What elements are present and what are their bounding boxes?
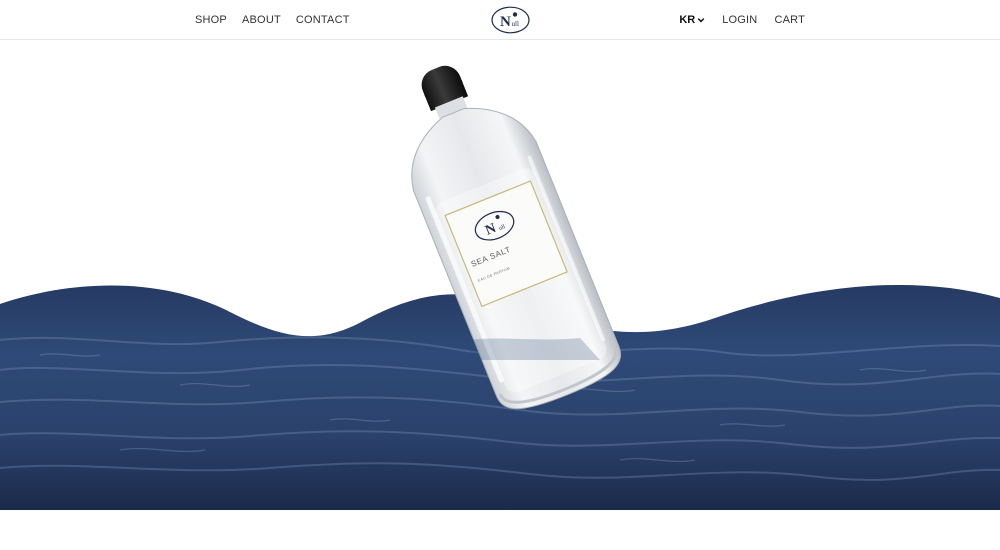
water-overlay [470, 338, 600, 360]
main-nav: SHOP ABOUT CONTACT [195, 13, 350, 27]
logo-sub: ull [512, 20, 519, 28]
logo-icon: N ull [491, 6, 530, 34]
hero-banner: N ull SEA SALT EAU DE PARFUM [0, 40, 1000, 510]
nav-shop-link[interactable]: SHOP [195, 13, 227, 27]
login-link[interactable]: LOGIN [722, 13, 757, 27]
logo-letter: N [500, 14, 511, 30]
language-selector[interactable]: KR [679, 14, 705, 26]
cart-link[interactable]: CART [774, 13, 805, 27]
chevron-down-icon [697, 18, 705, 23]
brand-logo[interactable]: N ull [491, 6, 530, 34]
language-label: KR [679, 14, 696, 26]
nav-contact-link[interactable]: CONTACT [296, 13, 350, 27]
utility-nav: KR LOGIN CART [679, 13, 805, 27]
nav-about-link[interactable]: ABOUT [242, 13, 281, 27]
hero-artwork: N ull SEA SALT EAU DE PARFUM [0, 65, 1000, 510]
site-header: SHOP ABOUT CONTACT N ull KR LOGIN CART [0, 0, 1000, 40]
